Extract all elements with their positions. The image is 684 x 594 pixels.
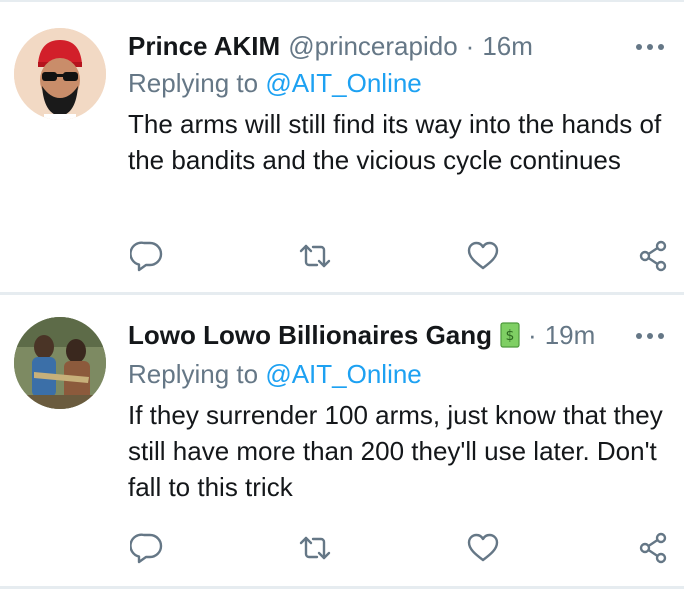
replying-to-handle-link[interactable]: @AIT_Online	[265, 359, 421, 389]
tweet-text: If they surrender 100 arms, just know th…	[128, 400, 663, 502]
tweet-text: The arms will still find its way into th…	[128, 109, 662, 175]
avatar-image	[14, 28, 106, 120]
reply-icon[interactable]	[130, 239, 164, 273]
replying-to-label: Replying to	[128, 68, 266, 98]
more-options-icon[interactable]	[636, 331, 666, 341]
replying-to: Replying to @AIT_Online	[128, 359, 422, 390]
share-icon[interactable]	[636, 239, 670, 273]
avatar[interactable]	[14, 317, 106, 409]
svg-text:$: $	[506, 328, 515, 344]
tweet-actions	[0, 239, 684, 273]
like-icon[interactable]	[466, 239, 500, 273]
reply-icon[interactable]	[130, 531, 164, 565]
separator-dot: ·	[465, 30, 475, 61]
timestamp[interactable]: 19m	[545, 320, 596, 351]
share-icon[interactable]	[636, 531, 670, 565]
like-icon[interactable]	[466, 531, 500, 565]
replying-to: Replying to @AIT_Online	[128, 68, 422, 99]
tweet-header: Lowo Lowo Billionaires Gang $ · 19m	[128, 315, 595, 355]
money-emoji-icon: $	[500, 322, 520, 348]
tweet-divider	[0, 586, 684, 589]
separator-dot: ·	[528, 319, 537, 350]
more-options-icon[interactable]	[636, 42, 666, 52]
user-handle[interactable]: @princerapido	[288, 31, 457, 62]
avatar-image	[14, 317, 106, 409]
avatar[interactable]	[14, 28, 106, 120]
tweet[interactable]: Prince AKIM @princerapido · 16m Replying…	[0, 2, 684, 292]
tweet-actions	[0, 531, 684, 565]
retweet-icon[interactable]	[298, 239, 332, 273]
display-name[interactable]: Prince AKIM	[128, 31, 280, 62]
tweet[interactable]: Lowo Lowo Billionaires Gang $ · 19m Repl…	[0, 295, 684, 586]
retweet-icon[interactable]	[298, 531, 332, 565]
timestamp[interactable]: 16m	[482, 31, 533, 62]
tweet-header: Prince AKIM @princerapido · 16m	[128, 26, 533, 66]
display-name[interactable]: Lowo Lowo Billionaires Gang	[128, 320, 492, 351]
replying-to-handle-link[interactable]: @AIT_Online	[265, 68, 421, 98]
replying-to-label: Replying to	[128, 359, 266, 389]
